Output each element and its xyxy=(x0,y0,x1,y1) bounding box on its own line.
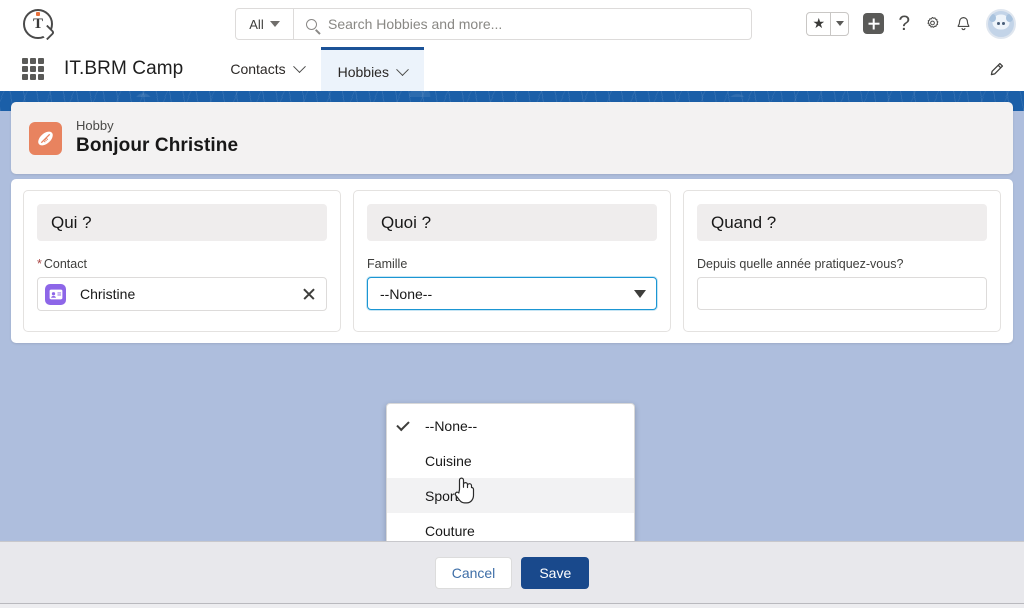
record-header-text: Hobby Bonjour Christine xyxy=(76,118,238,159)
search-scope-label: All xyxy=(249,16,264,32)
chevron-down-icon xyxy=(269,21,280,27)
section-heading-quand: Quand ? xyxy=(697,204,987,241)
search-scope-selector[interactable]: All xyxy=(236,9,294,39)
contact-card-icon xyxy=(45,283,66,305)
record-header: Hobby Bonjour Christine xyxy=(11,102,1013,174)
search-icon xyxy=(294,9,328,39)
app-navigation-bar: IT.BRM Camp Contacts Hobbies xyxy=(0,47,1024,91)
field-label-contact: * Contact xyxy=(37,257,327,271)
salesforce-app-window: T All ★ ? xyxy=(0,0,1024,608)
user-avatar[interactable] xyxy=(986,8,1016,39)
chevron-down-icon[interactable] xyxy=(292,59,306,73)
nav-tab-contacts[interactable]: Contacts xyxy=(213,47,320,91)
annee-input[interactable] xyxy=(697,277,987,310)
global-search[interactable]: All xyxy=(235,8,752,40)
app-launcher-icon[interactable] xyxy=(22,58,44,80)
speech-bubble-logo-icon: T xyxy=(23,8,53,39)
dropdown-option-sport-label: Sport xyxy=(425,487,459,504)
section-heading-qui: Qui ? xyxy=(37,204,327,241)
app-name-label: IT.BRM Camp xyxy=(64,58,184,79)
favorites-star-icon[interactable]: ★ xyxy=(807,12,832,35)
required-marker: * xyxy=(37,257,42,271)
new-item-plus-icon[interactable] xyxy=(863,13,885,34)
nav-tab-hobbies[interactable]: Hobbies xyxy=(320,47,424,91)
notifications-bell-icon[interactable] xyxy=(955,15,972,33)
clear-contact-icon[interactable] xyxy=(300,285,318,303)
field-label-contact-text: Contact xyxy=(43,257,87,271)
header-icon-cluster: ★ ? xyxy=(806,0,1016,47)
save-button[interactable]: Save xyxy=(521,556,590,589)
page-title: Bonjour Christine xyxy=(76,134,239,156)
famille-dropdown-listbox: --None-- Cuisine Sport Couture xyxy=(386,403,635,541)
dropdown-option-couture-label: Couture xyxy=(425,522,475,539)
dropdown-option-none-label: --None-- xyxy=(425,417,478,434)
contact-value: Christine xyxy=(80,286,136,302)
section-card-quoi: Quoi ? Famille --None-- xyxy=(353,190,671,332)
favorites-group[interactable]: ★ xyxy=(806,11,850,36)
favorites-dropdown-icon[interactable] xyxy=(831,13,848,35)
logo-letter-t: T xyxy=(32,16,43,32)
search-input[interactable] xyxy=(328,9,751,39)
dropdown-option-cuisine[interactable]: Cuisine xyxy=(387,443,634,478)
record-object-label: Hobby xyxy=(76,117,114,133)
hobby-football-icon xyxy=(29,121,62,155)
dropdown-option-none[interactable]: --None-- xyxy=(387,408,634,443)
famille-picklist[interactable]: --None-- xyxy=(367,277,657,310)
dropdown-option-cuisine-label: Cuisine xyxy=(425,452,472,469)
nav-tab-contacts-label: Contacts xyxy=(230,61,286,77)
record-form-panel: Qui ? * Contact Christine Quoi ? Famille… xyxy=(11,179,1013,343)
nav-tab-list: Contacts Hobbies xyxy=(213,47,424,91)
famille-selected-value: --None-- xyxy=(380,285,433,302)
global-header: T All ★ ? xyxy=(0,0,1024,47)
selected-check-icon xyxy=(396,417,425,431)
dropdown-option-couture[interactable]: Couture xyxy=(387,513,634,541)
chevron-down-icon[interactable] xyxy=(396,62,409,76)
app-logo[interactable]: T xyxy=(8,0,68,47)
cancel-button[interactable]: Cancel xyxy=(434,556,513,589)
setup-gear-icon[interactable] xyxy=(924,15,941,32)
field-label-famille: Famille xyxy=(367,257,408,271)
help-question-icon[interactable]: ? xyxy=(898,13,910,34)
modal-footer: Cancel Save xyxy=(0,541,1024,603)
edit-page-pencil-icon[interactable] xyxy=(988,61,1005,83)
section-card-qui: Qui ? * Contact Christine xyxy=(23,190,341,332)
chevron-down-icon xyxy=(634,289,646,298)
section-card-quand: Quand ? Depuis quelle année pratiquez-vo… xyxy=(683,190,1001,332)
record-edit-modal: Hobby Bonjour Christine Qui ? *Contact xyxy=(0,97,1024,541)
section-heading-quoi: Quoi ? xyxy=(367,204,657,241)
nav-tab-hobbies-label: Hobbies xyxy=(337,64,389,80)
field-label-annee: Depuis quelle année pratiquez-vous? xyxy=(697,257,904,271)
dropdown-option-sport[interactable]: Sport xyxy=(387,478,634,513)
contact-lookup-pill[interactable]: Christine xyxy=(37,277,327,311)
os-taskbar-sliver xyxy=(0,603,1024,608)
